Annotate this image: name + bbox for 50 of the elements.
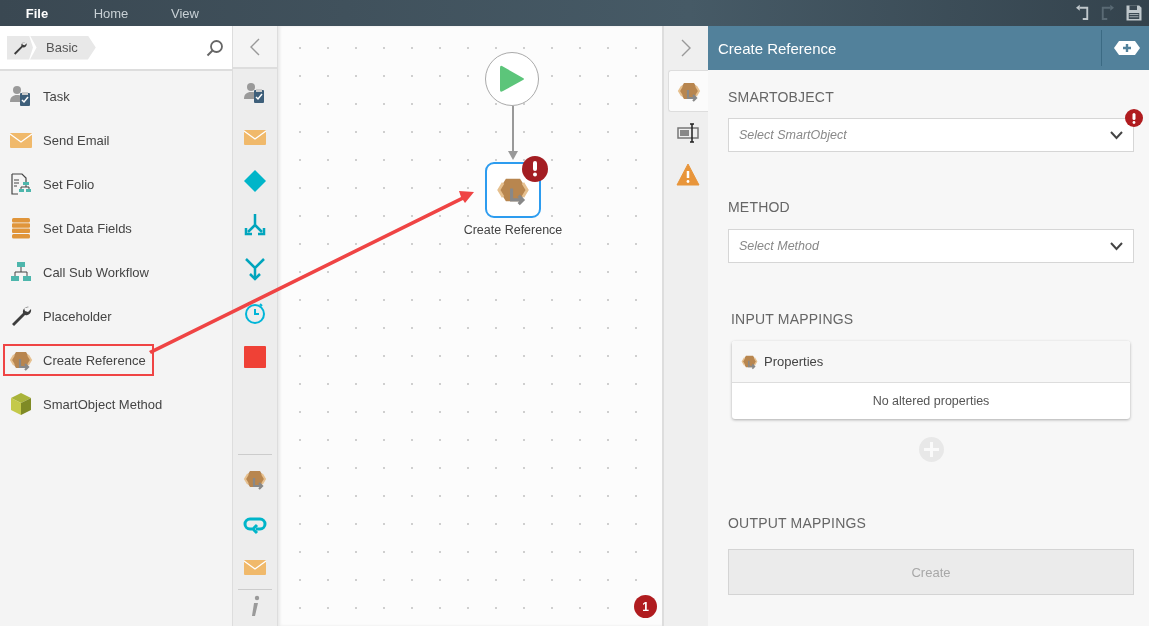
cube-icon xyxy=(9,392,33,416)
card-title: Properties xyxy=(764,354,824,369)
toolbox-item[interactable]: Call Sub Workflow xyxy=(3,256,157,288)
text-field-icon xyxy=(676,121,700,145)
error-count-badge[interactable]: 1 xyxy=(634,595,657,618)
toolbox-item[interactable]: Placeholder xyxy=(3,300,120,332)
hierarchy-icon xyxy=(9,260,33,284)
toolbox-item[interactable]: Set Folio xyxy=(3,168,103,200)
menu-tab[interactable]: File xyxy=(0,0,74,26)
user-clipboard-icon[interactable] xyxy=(243,81,267,105)
toolbox-item[interactable]: Send Email xyxy=(3,124,118,156)
empty-message: No altered properties xyxy=(871,393,991,410)
section-heading: METHOD xyxy=(728,199,791,215)
step-label: Create Reference xyxy=(462,223,564,237)
expand-icon[interactable] xyxy=(680,39,692,57)
save-icon[interactable] xyxy=(1125,4,1143,22)
dropdown-field[interactable]: Select SmartObject xyxy=(728,118,1134,152)
stacked-bars-icon xyxy=(9,216,33,240)
dropdown-field[interactable]: Select Method xyxy=(728,229,1134,263)
timer-icon[interactable] xyxy=(243,301,267,325)
hexagon-arrow-icon xyxy=(741,353,758,370)
menu-tab[interactable]: View xyxy=(148,0,222,26)
chevron-down-icon xyxy=(1110,241,1123,251)
panel-title: Create Reference xyxy=(718,39,838,57)
play-icon xyxy=(499,64,525,94)
warning-icon xyxy=(676,163,700,187)
section-heading: OUTPUT MAPPINGS xyxy=(728,515,868,531)
workflow-step[interactable] xyxy=(485,162,541,218)
breadcrumb-item[interactable]: Basic xyxy=(30,35,96,60)
diamond-icon[interactable] xyxy=(243,169,267,193)
toolbox-item[interactable]: Task xyxy=(3,80,78,112)
chevron-down-icon xyxy=(1110,130,1123,140)
add-icon[interactable] xyxy=(1114,41,1140,55)
square-icon[interactable] xyxy=(243,345,267,369)
toolbox-item[interactable]: SmartObject Method xyxy=(3,388,171,420)
merge-arrow-icon[interactable] xyxy=(243,257,267,281)
user-clipboard-icon xyxy=(9,84,33,108)
split-arrow-icon[interactable] xyxy=(243,213,267,237)
toolbox-item[interactable]: Create Reference xyxy=(3,344,154,376)
section-heading: INPUT MAPPINGS xyxy=(730,311,855,327)
toolbox-item[interactable]: Set Data Fields xyxy=(3,212,140,244)
document-tree-icon xyxy=(9,172,33,196)
start-node[interactable] xyxy=(485,52,539,106)
search-icon[interactable] xyxy=(206,38,224,57)
undo-icon[interactable] xyxy=(1073,4,1091,22)
menu-tab[interactable]: Home xyxy=(74,0,148,26)
collapse-icon[interactable] xyxy=(249,37,261,56)
breadcrumb-root[interactable] xyxy=(7,35,33,60)
section-heading: SMARTOBJECT xyxy=(728,89,835,105)
panel-tab[interactable] xyxy=(668,70,708,112)
